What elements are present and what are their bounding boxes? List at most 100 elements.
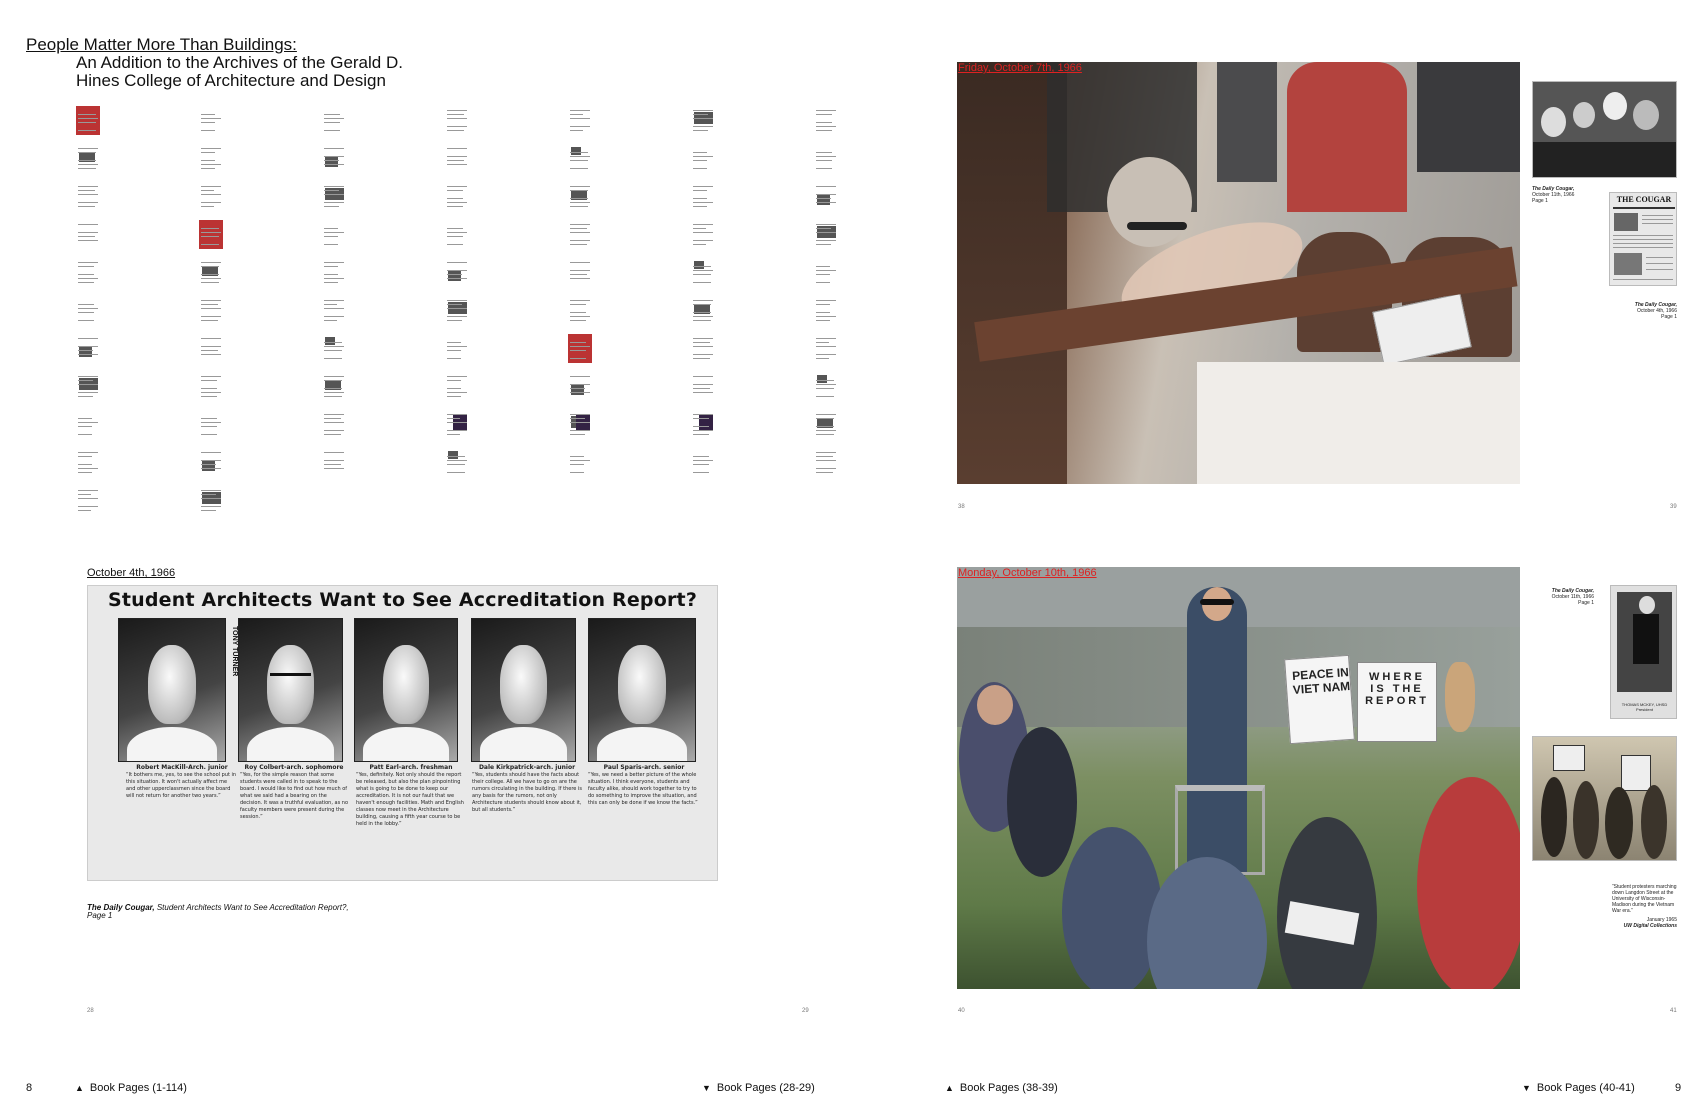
triangle-up-icon: ▲ (75, 1083, 84, 1093)
book-page-thumbnail[interactable] (445, 106, 469, 135)
book-page-thumbnail[interactable] (568, 144, 592, 173)
spread-28-date: October 4th, 1966 (87, 567, 176, 579)
book-page-thumbnail[interactable] (691, 182, 715, 211)
newspaper-clipping: Student Architects Want to See Accredita… (87, 585, 718, 881)
book-page-thumbnail[interactable] (199, 372, 223, 401)
book-page-thumbnail[interactable] (76, 372, 100, 401)
book-page-thumbnail[interactable] (322, 296, 346, 325)
book-page-thumbnail[interactable] (445, 372, 469, 401)
book-page-thumbnail[interactable] (322, 220, 346, 249)
student-photo-1 (118, 618, 226, 762)
book-page-thumbnail[interactable] (322, 106, 346, 135)
book-page-thumbnail[interactable] (691, 220, 715, 249)
page-number-39: 39 (1670, 504, 1677, 510)
book-page-thumbnail[interactable] (814, 144, 838, 173)
triangle-down-icon: ▼ (702, 1083, 711, 1093)
book-page-thumbnail[interactable] (76, 182, 100, 211)
book-page-thumbnail[interactable] (199, 410, 223, 439)
student-photo-2 (238, 618, 343, 762)
book-page-thumbnail[interactable] (322, 372, 346, 401)
clipping-citation: The Daily Cougar, Student Architects Wan… (87, 903, 349, 920)
book-page-thumbnail[interactable] (322, 182, 346, 211)
book-page-thumbnail[interactable] (691, 258, 715, 287)
book-page-thumbnail[interactable] (691, 144, 715, 173)
nav-book-pages-40-41[interactable]: ▼ Book Pages (40-41) (1522, 1082, 1635, 1094)
book-pages-thumbnail-grid (76, 106, 838, 516)
book-page-thumbnail[interactable] (76, 296, 100, 325)
student-photo-3 (354, 618, 458, 762)
book-page-thumbnail[interactable] (568, 106, 592, 135)
document-title: People Matter More Than Buildings: An Ad… (26, 36, 403, 90)
book-page-thumbnail[interactable] (76, 448, 100, 477)
student-caption-1: Robert MacKill-Arch. junior “It bothers m… (126, 764, 237, 799)
page-number-40: 40 (958, 1008, 965, 1014)
book-page-thumbnail[interactable] (814, 372, 838, 401)
book-page-thumbnail[interactable] (814, 448, 838, 477)
book-page-thumbnail[interactable] (814, 182, 838, 211)
nav-book-pages-28-29[interactable]: ▼ Book Pages (28-29) (702, 1082, 815, 1094)
book-page-thumbnail[interactable] (568, 448, 592, 477)
book-page-thumbnail[interactable] (76, 220, 100, 249)
page-number-38: 38 (958, 504, 965, 510)
book-page-thumbnail[interactable] (199, 486, 223, 515)
book-page-thumbnail[interactable] (199, 182, 223, 211)
caption-protest-quote: “Student protesters marching down Langdo… (1612, 884, 1677, 929)
book-page-thumbnail[interactable] (199, 334, 223, 363)
book-page-thumbnail[interactable] (691, 296, 715, 325)
book-page-thumbnail[interactable] (568, 296, 592, 325)
caption-oct-4: The Daily Cougar, October 4th, 1966 Page… (1634, 302, 1677, 320)
title-line-1: People Matter More Than Buildings: (26, 35, 297, 54)
book-page-thumbnail[interactable] (76, 486, 100, 515)
footer-page-number-right: 9 (1675, 1082, 1682, 1094)
book-page-thumbnail[interactable] (691, 372, 715, 401)
book-page-thumbnail[interactable] (568, 258, 592, 287)
nav-book-pages-38-39[interactable]: ▲ Book Pages (38-39) (945, 1082, 1058, 1094)
book-page-thumbnail[interactable] (568, 220, 592, 249)
book-page-thumbnail[interactable] (199, 106, 223, 135)
book-page-thumbnail[interactable] (445, 334, 469, 363)
book-page-thumbnail[interactable] (322, 448, 346, 477)
book-page-thumbnail[interactable] (691, 448, 715, 477)
book-page-thumbnail[interactable] (199, 448, 223, 477)
book-page-thumbnail[interactable] (76, 410, 100, 439)
book-page-thumbnail[interactable] (199, 296, 223, 325)
book-page-thumbnail[interactable] (445, 182, 469, 211)
nav-book-pages-1-114[interactable]: ▲ Book Pages (1-114) (75, 1082, 187, 1094)
footer-page-number-left: 8 (26, 1082, 33, 1094)
book-page-thumbnail[interactable] (814, 334, 838, 363)
book-page-thumbnail[interactable] (814, 258, 838, 287)
clipping-photo-crowd (1532, 81, 1677, 178)
book-page-thumbnail[interactable] (691, 334, 715, 363)
book-page-thumbnail[interactable] (445, 296, 469, 325)
book-page-thumbnail[interactable] (814, 220, 838, 249)
book-page-thumbnail[interactable] (445, 220, 469, 249)
clipping-cougar-front-page: THE COUGAR (1609, 192, 1677, 286)
book-page-thumbnail[interactable] (568, 334, 592, 363)
book-page-thumbnail[interactable] (445, 448, 469, 477)
book-page-thumbnail[interactable] (814, 296, 838, 325)
book-page-thumbnail[interactable] (691, 410, 715, 439)
book-page-thumbnail[interactable] (814, 410, 838, 439)
book-page-thumbnail[interactable] (199, 258, 223, 287)
caption-oct-11-b: The Daily Cougar, October 11th, 1966 Pag… (1551, 588, 1594, 606)
book-page-thumbnail[interactable] (76, 258, 100, 287)
book-page-thumbnail[interactable] (199, 220, 223, 249)
book-page-thumbnail[interactable] (76, 106, 100, 135)
book-page-thumbnail[interactable] (199, 144, 223, 173)
clipping-vertical-credit: TONY TURNER (231, 626, 238, 677)
book-page-thumbnail[interactable] (76, 144, 100, 173)
book-page-thumbnail[interactable] (322, 334, 346, 363)
book-page-thumbnail[interactable] (76, 334, 100, 363)
book-page-thumbnail[interactable] (445, 410, 469, 439)
book-page-thumbnail[interactable] (814, 106, 838, 135)
page-number-41: 41 (1670, 1008, 1677, 1014)
book-page-thumbnail[interactable] (568, 372, 592, 401)
book-page-thumbnail[interactable] (568, 182, 592, 211)
book-page-thumbnail[interactable] (445, 258, 469, 287)
book-page-thumbnail[interactable] (322, 410, 346, 439)
book-page-thumbnail[interactable] (322, 258, 346, 287)
book-page-thumbnail[interactable] (568, 410, 592, 439)
book-page-thumbnail[interactable] (445, 144, 469, 173)
book-page-thumbnail[interactable] (322, 144, 346, 173)
book-page-thumbnail[interactable] (691, 106, 715, 135)
